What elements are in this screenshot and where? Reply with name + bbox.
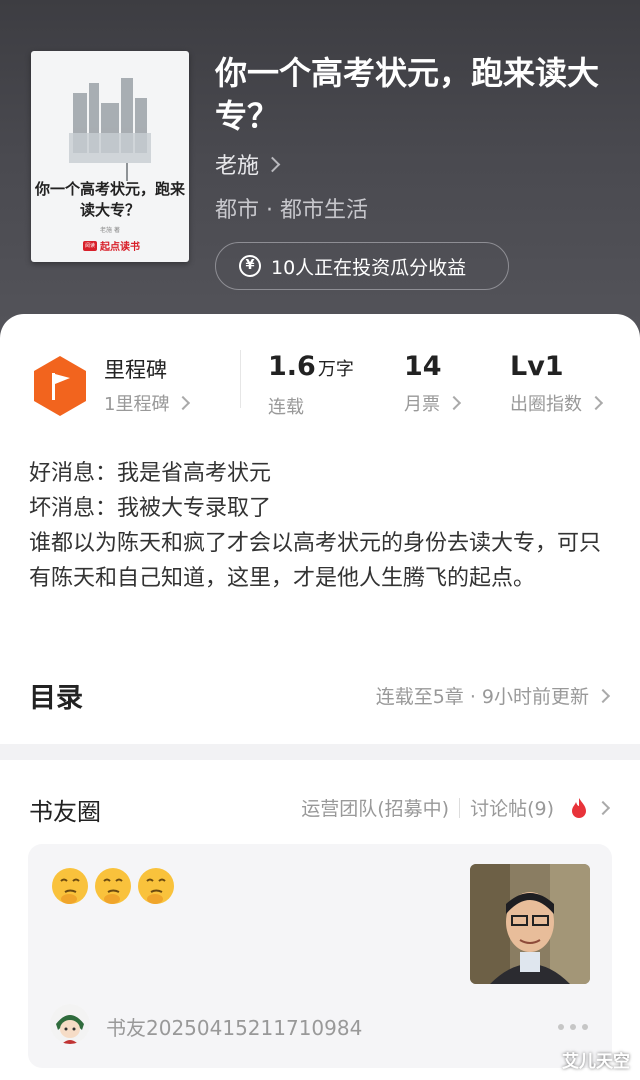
post-photo[interactable] (470, 864, 590, 984)
watermark: 艾儿天空 (562, 1052, 630, 1072)
word-count-label: 连载 (268, 397, 304, 418)
more-options-icon[interactable] (558, 1024, 588, 1030)
book-description[interactable]: 好消息：我是省高考状元 坏消息：我被大专录取了 谁都以为陈天和疯了才会以高考状元… (29, 456, 614, 596)
post-card[interactable]: 书友20250415211710984 (28, 844, 612, 1068)
book-genre: 都市 · 都市生活 (215, 198, 368, 223)
toc-status: 连载至5章 · 9小时前更新 (375, 686, 589, 708)
word-count-value: 1.6 (268, 351, 316, 382)
yen-coin-icon: ¥ (239, 255, 261, 277)
cover-title: 你一个高考状元，跑来读大专？ (34, 180, 185, 219)
cover-brand-name: 起点读书 (100, 242, 140, 253)
ops-team-link[interactable]: 运营团队(招募中) (301, 794, 449, 821)
book-header: 你一个高考状元，跑来读大专？ 老施 著 阅读 起点读书 你一个高考状元，跑来读大… (0, 0, 640, 360)
discussion-link[interactable]: 讨论帖(9) (470, 794, 554, 821)
divider (240, 350, 241, 408)
toc-link[interactable]: 连载至5章 · 9小时前更新 (375, 682, 611, 709)
chevron-right-icon[interactable] (595, 800, 611, 815)
post-username[interactable]: 书友20250415211710984 (106, 1012, 362, 1041)
reach-index-value: Lv1 (510, 351, 564, 382)
book-circle-title: 书友圈 (29, 798, 101, 826)
chevron-right-icon (446, 395, 462, 411)
chevron-right-icon (176, 395, 191, 411)
chevron-right-icon (595, 688, 611, 703)
thinking-face-icon (52, 868, 88, 904)
circle-links: 运营团队(招募中) 讨论帖(9) (301, 794, 611, 821)
author-name: 老施 (215, 154, 260, 179)
chevron-right-icon (264, 156, 281, 172)
milestone-flag-icon[interactable] (31, 354, 89, 418)
monthly-ticket-label: 月票 (404, 394, 440, 415)
word-count-unit: 万字 (317, 359, 354, 380)
cover-author: 老施 著 (100, 227, 120, 234)
reach-index-label: 出圈指数 (510, 394, 582, 415)
milestone-count: 1里程碑 (104, 394, 170, 415)
invest-button[interactable]: ¥ 10人正在投资瓜分收益 (215, 242, 509, 290)
divider (459, 797, 461, 818)
milestone-link[interactable]: 1里程碑 (104, 390, 191, 416)
description-line: 谁都以为陈天和疯了才会以高考状元的身份去读大专，可只有陈天和自己知道，这里，才是… (29, 531, 602, 591)
cover-brand: 阅读 起点读书 (83, 238, 140, 253)
flame-icon (572, 797, 586, 818)
monthly-ticket-value: 14 (404, 351, 442, 382)
cover-ink-art (69, 78, 151, 181)
author-link[interactable]: 老施 (215, 148, 281, 180)
chevron-right-icon (588, 395, 604, 411)
book-cover[interactable]: 你一个高考状元，跑来读大专？ 老施 著 阅读 起点读书 (31, 51, 189, 262)
thinking-face-icon (95, 868, 131, 904)
reach-index-stat[interactable]: Lv1 出圈指数 (510, 351, 604, 416)
thinking-face-icon (138, 868, 174, 904)
qidian-logo-icon: 阅读 (83, 240, 97, 251)
book-title: 你一个高考状元，跑来读大专？ (215, 54, 600, 135)
word-count-stat: 1.6 万字 连载 (268, 352, 354, 419)
book-circle-section: 书友圈 运营团队(招募中) 讨论帖(9) 书友20250415211710984… (0, 760, 640, 1080)
milestone-title: 里程碑 (104, 358, 167, 382)
toc-title: 目录 (29, 683, 83, 714)
avatar[interactable] (50, 1004, 90, 1044)
book-info-card: 里程碑 1里程碑 1.6 万字 连载 14 月票 Lv1 出圈指数 好消息：我是省… (0, 314, 640, 744)
monthly-ticket-stat[interactable]: 14 月票 (404, 351, 462, 416)
description-line: 坏消息：我被大专录取了 (29, 496, 272, 521)
invest-label: 10人正在投资瓜分收益 (271, 256, 467, 279)
description-line: 好消息：我是省高考状元 (29, 461, 272, 486)
